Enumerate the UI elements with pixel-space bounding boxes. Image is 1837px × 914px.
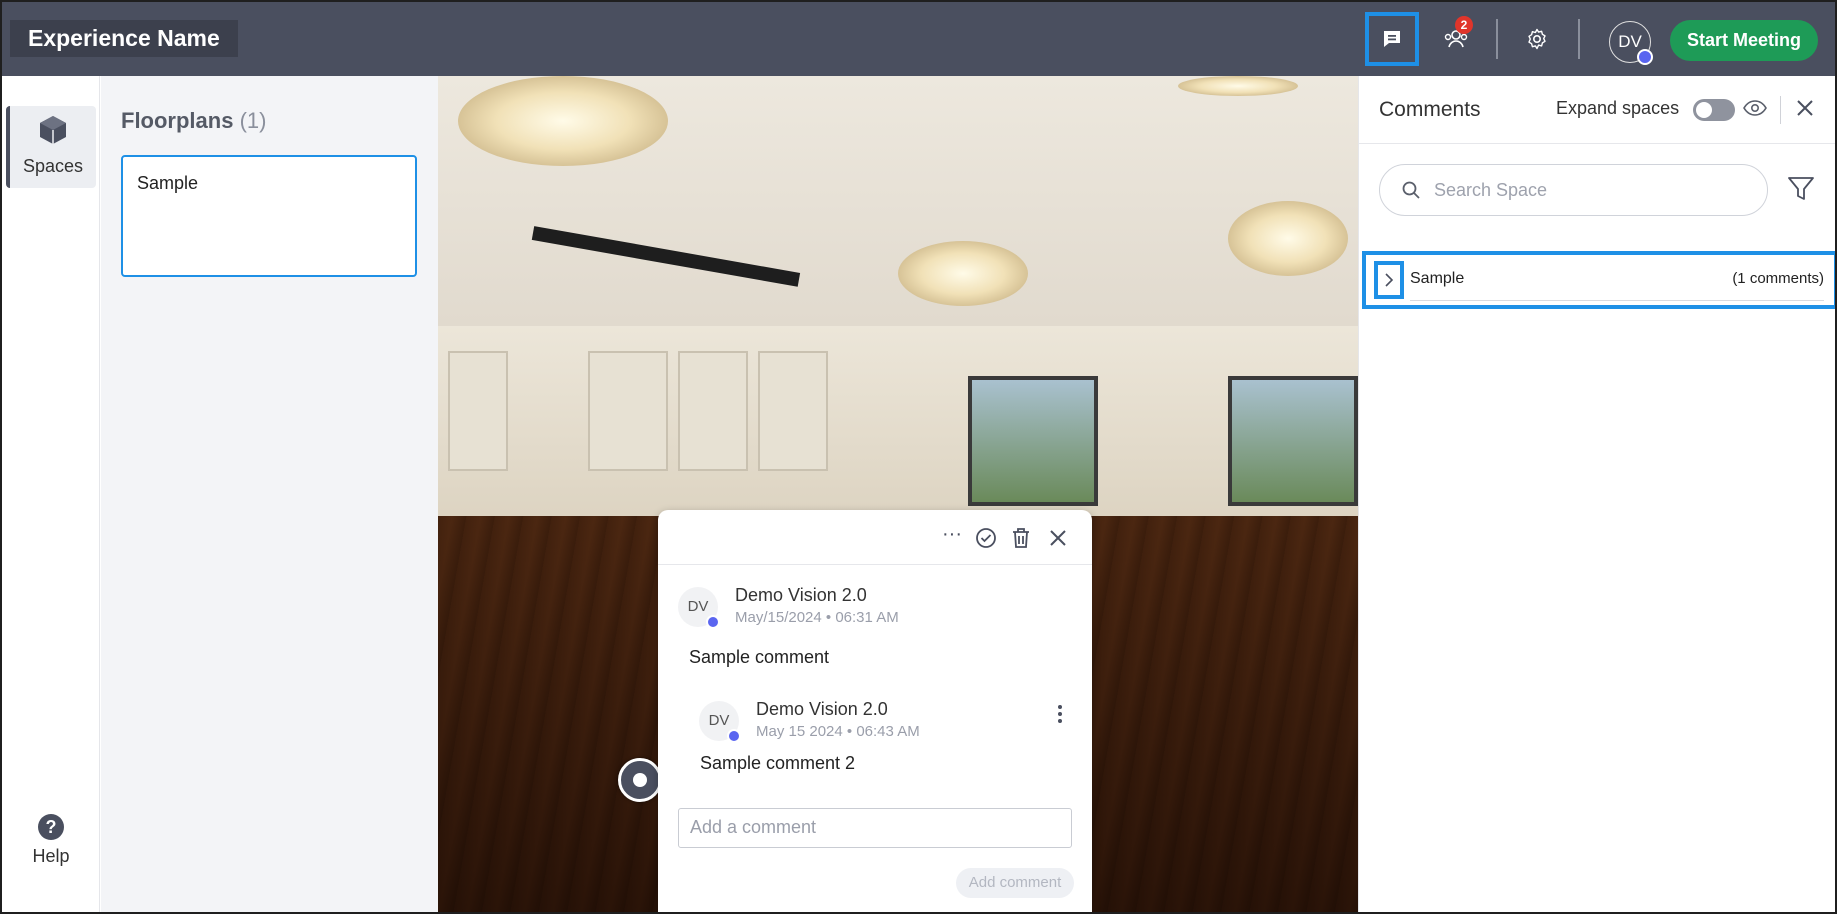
comments-panel-title: Comments (1379, 98, 1481, 121)
participants-badge: 2 (1455, 16, 1473, 34)
crown-icon (1637, 49, 1653, 65)
row-divider (1410, 300, 1824, 301)
gear-icon (1528, 28, 1546, 50)
floorplans-title-text: Floorplans (121, 108, 234, 133)
left-rail: Spaces ? Help (2, 76, 100, 912)
search-input[interactable] (1434, 175, 1734, 205)
comment-author: Demo Vision 2.0 (735, 585, 867, 605)
trash-icon (1013, 528, 1029, 548)
chandelier-image (458, 76, 668, 166)
wall-panel-image (448, 351, 508, 471)
settings-button[interactable] (1510, 12, 1564, 66)
chandelier-image (898, 241, 1028, 306)
resolve-button[interactable] (974, 526, 998, 550)
rail-item-spaces[interactable]: Spaces (6, 106, 96, 188)
comments-panel: Comments Expand spaces Sample (1 comment… (1358, 76, 1835, 912)
close-icon (1797, 100, 1813, 116)
rail-item-help[interactable]: ? Help (2, 814, 100, 867)
visibility-button[interactable] (1743, 98, 1767, 123)
floorplans-panel: Floorplans (1) Sample (101, 76, 438, 912)
participants-button[interactable]: 2 (1429, 12, 1483, 66)
space-comment-count: (1 comments) (1732, 270, 1824, 287)
topbar-divider (1496, 19, 1498, 59)
window-image (968, 376, 1098, 506)
wall-panel-image (678, 351, 748, 471)
avatar: DV (699, 701, 741, 743)
expand-spaces-label: Expand spaces (1556, 98, 1680, 118)
comment-icon (1384, 31, 1400, 47)
close-popup-button[interactable] (1046, 526, 1070, 550)
crown-icon (706, 615, 720, 629)
floorplans-title: Floorplans (1) (121, 108, 266, 134)
delete-button[interactable] (1009, 526, 1033, 550)
app-window: Experience Name 2 DV Start Meeting Space… (0, 0, 1837, 914)
avatar-initials: DV (687, 598, 709, 615)
rail-item-label: Spaces (22, 156, 84, 176)
check-circle-icon (976, 528, 996, 548)
chandelier-image (1178, 76, 1298, 96)
topbar-divider (1578, 19, 1580, 59)
comment-text: Sample comment (689, 647, 830, 667)
start-meeting-button[interactable]: Start Meeting (1670, 20, 1818, 61)
add-comment-input[interactable]: Add a comment (678, 808, 1072, 848)
space-comments-row[interactable]: Sample (1 comments) (1362, 251, 1835, 309)
reply-author: Demo Vision 2.0 (756, 699, 888, 719)
close-icon (1050, 530, 1066, 546)
floorplans-count: (1) (239, 108, 267, 133)
avatar-initials: DV (708, 712, 730, 729)
crown-icon (727, 729, 741, 743)
wall-panel-image (758, 351, 828, 471)
floorplan-card[interactable]: Sample (121, 155, 417, 277)
comments-toggle-button[interactable] (1365, 12, 1419, 66)
wall-panel-image (588, 351, 668, 471)
comment-popup-header: ··· (658, 510, 1092, 565)
chandelier-image (1228, 201, 1348, 276)
chevron-right-icon (1385, 273, 1394, 287)
reply-timestamp: May 15 2024 • 06:43 AM (756, 723, 920, 740)
add-comment-button[interactable]: Add comment (956, 868, 1074, 898)
search-icon (1402, 181, 1420, 199)
more-options-icon[interactable]: ··· (940, 522, 964, 546)
rail-item-label: Help (32, 846, 70, 866)
reply-text: Sample comment 2 (700, 753, 856, 773)
user-avatar[interactable]: DV (1609, 21, 1653, 65)
experience-name[interactable]: Experience Name (10, 20, 238, 57)
panel-header-separator (1359, 143, 1835, 144)
avatar: DV (678, 587, 720, 629)
eye-icon (1743, 100, 1767, 116)
filter-icon (1788, 177, 1814, 200)
space-name: Sample (1410, 270, 1465, 287)
cube-icon (40, 116, 66, 144)
close-panel-button[interactable] (1795, 98, 1815, 123)
comment-pin-marker[interactable] (618, 758, 662, 802)
vertical-dots-icon (1058, 705, 1062, 723)
space-search-field[interactable] (1379, 164, 1768, 216)
help-icon: ? (38, 814, 64, 840)
avatar-initials: DV (1618, 32, 1642, 51)
scene-wall (438, 326, 1358, 516)
top-bar: Experience Name 2 DV Start Meeting (2, 2, 1835, 76)
expand-row-button[interactable] (1374, 261, 1404, 299)
expand-spaces-toggle[interactable] (1693, 99, 1735, 121)
filter-button[interactable] (1787, 176, 1815, 207)
panel-header-divider (1780, 96, 1781, 124)
window-image (1228, 376, 1358, 506)
floorplan-card-label: Sample (137, 173, 199, 193)
comment-timestamp: May/15/2024 • 06:31 AM (735, 609, 899, 626)
reply-more-options-icon[interactable] (1048, 702, 1072, 726)
comment-popup: ··· DV Demo Vision 2.0 May/15/2024 • 06:… (658, 510, 1092, 912)
